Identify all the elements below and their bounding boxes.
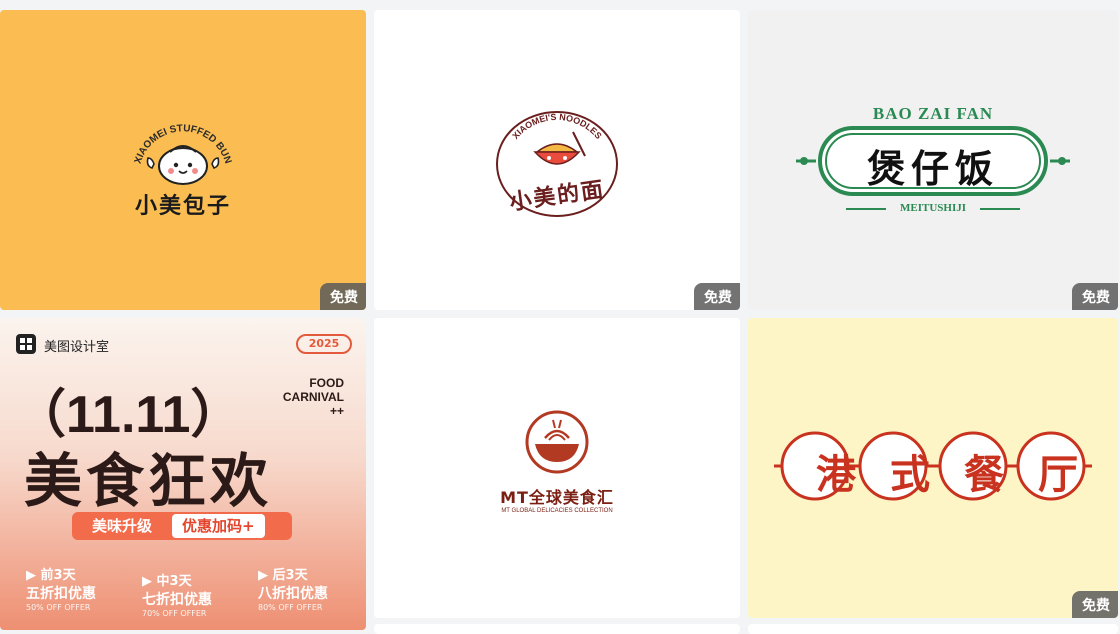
template-card-bun[interactable]: XIAOMEI STUFFED BUN 小美包子 免费	[0, 10, 366, 310]
mt-subtitle: MT GLOBAL DELICACIES COLLECTION	[501, 508, 613, 514]
hk-title: 港式餐厅	[816, 451, 1112, 498]
free-badge: 免费	[320, 283, 366, 310]
play-icon: ▶	[26, 568, 36, 583]
free-badge: 免费	[694, 283, 740, 310]
poster-year: 2025	[296, 334, 352, 354]
svg-text:XIAOMEI'S NOODLES: XIAOMEI'S NOODLES	[510, 112, 603, 141]
deal-item: ▶ 中3天 七折扣优惠 70% OFF OFFER	[142, 574, 212, 618]
template-card-noodles[interactable]: XIAOMEI'S NOODLES 小美的面 免费	[374, 10, 740, 310]
free-badge: 免费	[1072, 591, 1118, 618]
template-card-partial[interactable]	[374, 624, 740, 634]
play-icon: ▶	[258, 568, 268, 583]
brand-logo-icon	[16, 334, 36, 354]
template-card-partial[interactable]	[748, 624, 1118, 634]
template-card-hk[interactable]: 港式餐厅 免费	[748, 318, 1118, 618]
mt-title: MT全球美食汇	[500, 488, 614, 507]
bun-title: 小美包子	[134, 194, 231, 219]
bowl-logo-icon	[525, 410, 589, 474]
noodles-arc-text: XIAOMEI'S NOODLES	[510, 112, 603, 141]
baozai-bottom-text: MEITUSHIJI	[899, 202, 967, 214]
template-card-poster[interactable]: 美图设计室 2025 （11.11） FOOD CARNIVAL ++ 美食狂欢…	[0, 318, 366, 630]
bun-mascot-icon: XIAOMEI STUFFED BUN	[133, 123, 233, 185]
template-card-mt[interactable]: MT全球美食汇 MT GLOBAL DELICACIES COLLECTION	[374, 318, 740, 618]
poster-main-title: 美食狂欢	[24, 447, 273, 515]
play-icon: ▶	[142, 574, 152, 589]
free-badge: 免费	[1072, 283, 1118, 310]
deal-item: ▶ 后3天 八折扣优惠 80% OFF OFFER	[258, 568, 328, 612]
baozai-top-text: BAO ZAI FAN	[872, 104, 994, 123]
poster-pill: 美味升级 优惠加码+	[72, 512, 292, 540]
baozai-title: 煲仔饭	[866, 146, 999, 191]
poster-carnival: FOOD CARNIVAL ++	[282, 376, 344, 418]
deal-item: ▶ 前3天 五折扣优惠 50% OFF OFFER	[26, 568, 96, 612]
template-card-baozaifan[interactable]: BAO ZAI FAN 煲仔饭 MEITUSHIJI 免费	[748, 10, 1118, 310]
poster-brand: 美图设计室	[44, 340, 110, 355]
